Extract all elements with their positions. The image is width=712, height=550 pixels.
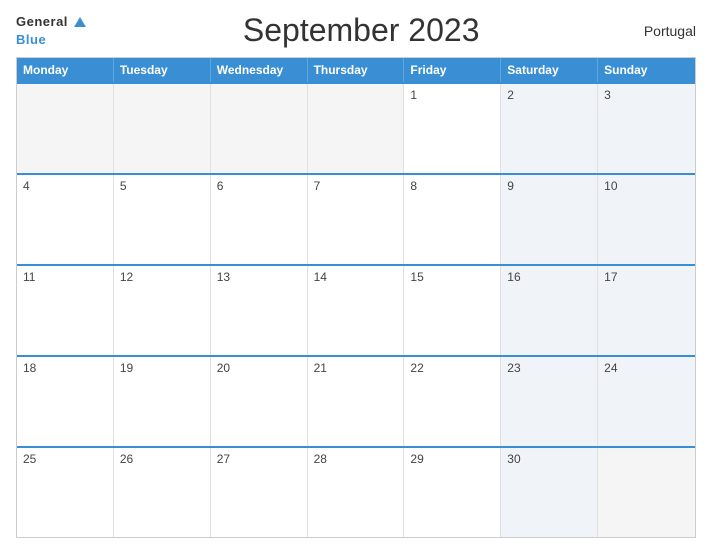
cal-cell-2-7: 10 <box>598 175 695 264</box>
day-number: 4 <box>23 179 30 193</box>
day-number: 14 <box>314 270 327 284</box>
day-number: 30 <box>507 452 520 466</box>
cal-cell-3-2: 12 <box>114 266 211 355</box>
cal-cell-5-7 <box>598 448 695 537</box>
day-number: 22 <box>410 361 423 375</box>
cal-cell-3-1: 11 <box>17 266 114 355</box>
cal-cell-1-3 <box>211 84 308 173</box>
day-number: 6 <box>217 179 224 193</box>
calendar: Monday Tuesday Wednesday Thursday Friday… <box>16 57 696 538</box>
calendar-week-5: 25 26 27 28 29 30 <box>17 446 695 537</box>
cal-cell-3-6: 16 <box>501 266 598 355</box>
header-thursday: Thursday <box>308 58 405 82</box>
calendar-body: 1234567891011121314151617181920212223242… <box>17 82 695 537</box>
logo-top: General <box>16 13 86 31</box>
cal-cell-1-2 <box>114 84 211 173</box>
cal-cell-1-4 <box>308 84 405 173</box>
cal-cell-5-6: 30 <box>501 448 598 537</box>
cal-cell-3-4: 14 <box>308 266 405 355</box>
cal-cell-2-5: 8 <box>404 175 501 264</box>
calendar-week-2: 4 5 6 7 8 9 10 <box>17 173 695 264</box>
calendar-title: September 2023 <box>86 12 636 49</box>
calendar-header: Monday Tuesday Wednesday Thursday Friday… <box>17 58 695 82</box>
logo-blue-text: Blue <box>16 32 46 47</box>
day-number: 18 <box>23 361 36 375</box>
calendar-page: General Blue September 2023 Portugal Mon… <box>0 0 712 550</box>
cal-cell-4-6: 23 <box>501 357 598 446</box>
header-monday: Monday <box>17 58 114 82</box>
cal-cell-3-5: 15 <box>404 266 501 355</box>
header-sunday: Sunday <box>598 58 695 82</box>
day-number: 24 <box>604 361 617 375</box>
header-tuesday: Tuesday <box>114 58 211 82</box>
day-number: 26 <box>120 452 133 466</box>
day-number: 13 <box>217 270 230 284</box>
cal-cell-4-1: 18 <box>17 357 114 446</box>
cal-cell-5-4: 28 <box>308 448 405 537</box>
day-number: 7 <box>314 179 321 193</box>
calendar-week-1: 1 2 3 <box>17 82 695 173</box>
cal-cell-4-3: 20 <box>211 357 308 446</box>
calendar-week-4: 18 19 20 21 22 23 24 <box>17 355 695 446</box>
cal-cell-5-1: 25 <box>17 448 114 537</box>
day-number: 3 <box>604 88 611 102</box>
day-number: 10 <box>604 179 617 193</box>
day-number: 16 <box>507 270 520 284</box>
header: General Blue September 2023 Portugal <box>16 12 696 49</box>
cal-cell-4-2: 19 <box>114 357 211 446</box>
cal-cell-2-3: 6 <box>211 175 308 264</box>
cal-cell-2-1: 4 <box>17 175 114 264</box>
cal-cell-4-5: 22 <box>404 357 501 446</box>
day-number: 25 <box>23 452 36 466</box>
day-number: 29 <box>410 452 423 466</box>
country-label: Portugal <box>636 23 696 39</box>
day-number: 5 <box>120 179 127 193</box>
day-number: 12 <box>120 270 133 284</box>
logo-triangle-icon <box>74 17 86 27</box>
header-saturday: Saturday <box>501 58 598 82</box>
logo: General Blue <box>16 13 86 48</box>
cal-cell-3-7: 17 <box>598 266 695 355</box>
calendar-week-3: 11 12 13 14 15 16 17 <box>17 264 695 355</box>
cal-cell-3-3: 13 <box>211 266 308 355</box>
header-friday: Friday <box>404 58 501 82</box>
day-number: 27 <box>217 452 230 466</box>
cal-cell-1-5: 1 <box>404 84 501 173</box>
day-number: 28 <box>314 452 327 466</box>
cal-cell-2-2: 5 <box>114 175 211 264</box>
cal-cell-2-4: 7 <box>308 175 405 264</box>
cal-cell-1-7: 3 <box>598 84 695 173</box>
cal-cell-4-7: 24 <box>598 357 695 446</box>
cal-cell-5-2: 26 <box>114 448 211 537</box>
day-number: 15 <box>410 270 423 284</box>
day-number: 20 <box>217 361 230 375</box>
cal-cell-1-1 <box>17 84 114 173</box>
cal-cell-5-5: 29 <box>404 448 501 537</box>
header-wednesday: Wednesday <box>211 58 308 82</box>
day-number: 17 <box>604 270 617 284</box>
day-number: 8 <box>410 179 417 193</box>
day-number: 2 <box>507 88 514 102</box>
cal-cell-4-4: 21 <box>308 357 405 446</box>
day-number: 9 <box>507 179 514 193</box>
cal-cell-1-6: 2 <box>501 84 598 173</box>
logo-general-text: General <box>16 14 68 29</box>
day-number: 19 <box>120 361 133 375</box>
day-number: 1 <box>410 88 417 102</box>
day-number: 23 <box>507 361 520 375</box>
day-number: 11 <box>23 270 35 284</box>
day-number: 21 <box>314 361 327 375</box>
cal-cell-5-3: 27 <box>211 448 308 537</box>
cal-cell-2-6: 9 <box>501 175 598 264</box>
